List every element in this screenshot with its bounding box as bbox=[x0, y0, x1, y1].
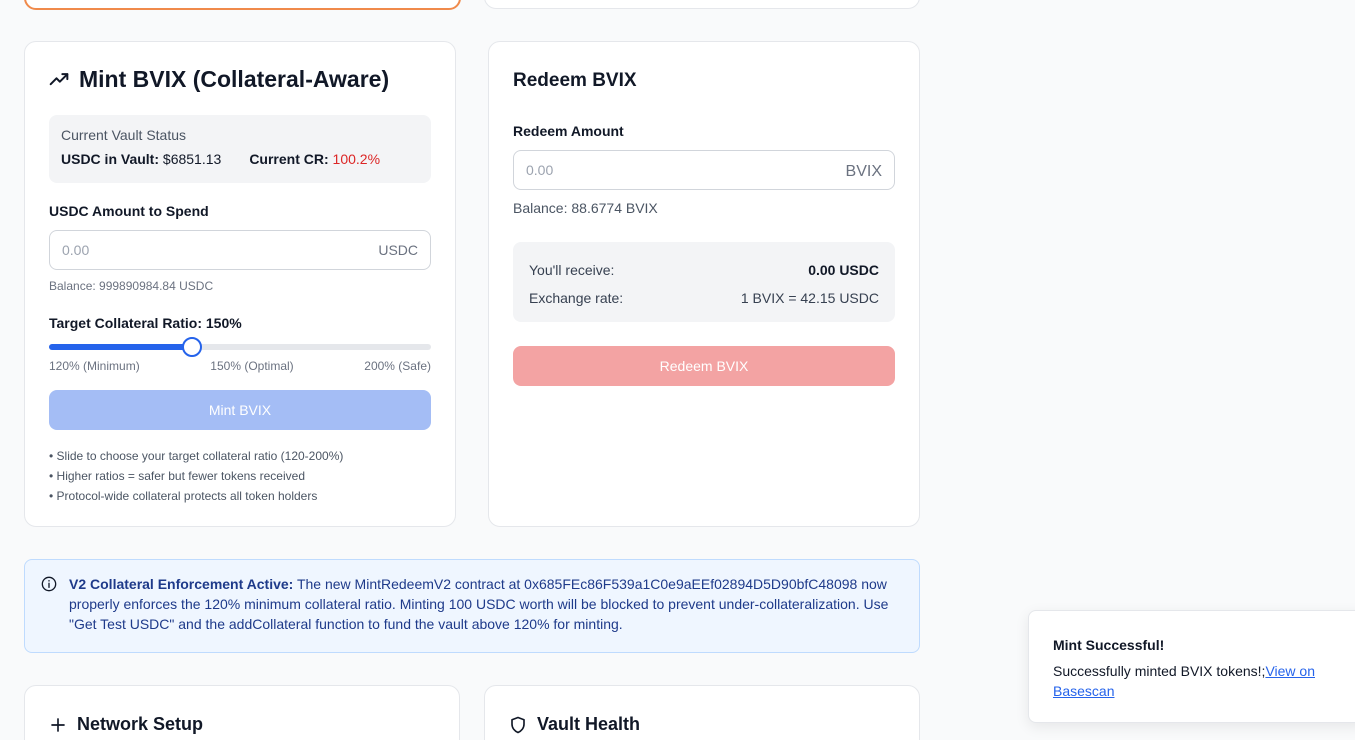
bvix-suffix: BVIX bbox=[845, 163, 882, 180]
target-ratio-label: Target Collateral Ratio: 150% bbox=[49, 315, 242, 331]
current-cr-label: Current CR: bbox=[249, 151, 329, 167]
slider-label-min: 120% (Minimum) bbox=[49, 359, 140, 373]
redeem-amount-label: Redeem Amount bbox=[513, 123, 624, 139]
toast-body: Successfully minted BVIX tokens!;View on… bbox=[1053, 661, 1343, 701]
network-setup-title: Network Setup bbox=[77, 714, 204, 734]
vault-status-label: Current Vault Status bbox=[61, 127, 187, 143]
plus-icon bbox=[49, 716, 67, 734]
usdc-in-vault-label: USDC in Vault: bbox=[61, 151, 160, 167]
mint-card: Mint BVIX (Collateral-Aware) Current Vau… bbox=[24, 41, 456, 527]
mint-title-text: Mint BVIX (Collateral-Aware) bbox=[79, 66, 390, 92]
slider-labels: 120% (Minimum) 150% (Optimal) 200% (Safe… bbox=[49, 359, 431, 373]
exchange-rate-value: 1 BVIX = 42.15 USDC bbox=[740, 290, 879, 306]
trending-up-icon bbox=[49, 70, 69, 90]
current-cr-value: 100.2% bbox=[332, 151, 381, 167]
usdc-in-vault-value: $6851.13 bbox=[162, 151, 222, 167]
receive-label: You'll receive: bbox=[529, 262, 615, 278]
shield-icon bbox=[509, 716, 527, 734]
usdc-balance: Balance: 999890984.84 USDC bbox=[49, 279, 214, 293]
network-setup-card: Network Setup bbox=[24, 685, 460, 740]
slider-thumb[interactable] bbox=[182, 337, 203, 357]
toast-title: Mint Successful! bbox=[1053, 637, 1165, 653]
redeem-button[interactable]: Redeem BVIX bbox=[513, 346, 895, 386]
mint-button[interactable]: Mint BVIX bbox=[49, 390, 431, 430]
slider-fill bbox=[49, 344, 193, 350]
bvix-balance: Balance: 88.6774 BVIX bbox=[513, 200, 658, 216]
mint-title: Mint BVIX (Collateral-Aware) bbox=[49, 66, 389, 93]
redeem-card: Redeem BVIX Redeem Amount BVIX Balance: … bbox=[488, 41, 920, 527]
collateral-ratio-slider[interactable] bbox=[49, 337, 431, 357]
note-item: • Protocol-wide collateral protects all … bbox=[49, 489, 318, 503]
info-icon bbox=[41, 576, 57, 597]
usdc-suffix: USDC bbox=[378, 242, 418, 258]
collateral-alert: V2 Collateral Enforcement Active: The ne… bbox=[24, 559, 920, 653]
usdc-amount-field[interactable]: USDC bbox=[49, 230, 431, 270]
usdc-amount-input[interactable] bbox=[62, 242, 262, 258]
vault-health-card: Vault Health bbox=[484, 685, 920, 740]
note-item: • Slide to choose your target collateral… bbox=[49, 449, 344, 463]
previous-card-focused bbox=[24, 0, 461, 10]
note-item: • Higher ratios = safer but fewer tokens… bbox=[49, 469, 305, 483]
exchange-rate-label: Exchange rate: bbox=[529, 290, 624, 306]
alert-title: V2 Collateral Enforcement Active: bbox=[69, 576, 294, 592]
vault-status-box: Current Vault Status USDC in Vault: $685… bbox=[49, 115, 431, 183]
redeem-amount-field[interactable]: BVIX bbox=[513, 150, 895, 190]
redeem-amount-input[interactable] bbox=[526, 162, 726, 178]
slider-label-safe: 200% (Safe) bbox=[364, 359, 431, 373]
previous-card bbox=[484, 0, 920, 9]
toast-message: Successfully minted BVIX tokens!; bbox=[1053, 663, 1266, 679]
redeem-title: Redeem BVIX bbox=[513, 70, 637, 91]
mint-notes: • Slide to choose your target collateral… bbox=[49, 446, 343, 506]
mint-success-toast: Mint Successful! Successfully minted BVI… bbox=[1028, 610, 1355, 723]
receive-summary: You'll receive: 0.00 USDC Exchange rate:… bbox=[513, 242, 895, 322]
slider-label-optimal: 150% (Optimal) bbox=[210, 359, 294, 373]
usdc-amount-label: USDC Amount to Spend bbox=[49, 203, 209, 219]
receive-value: 0.00 USDC bbox=[808, 262, 879, 278]
vault-health-title: Vault Health bbox=[537, 714, 641, 734]
